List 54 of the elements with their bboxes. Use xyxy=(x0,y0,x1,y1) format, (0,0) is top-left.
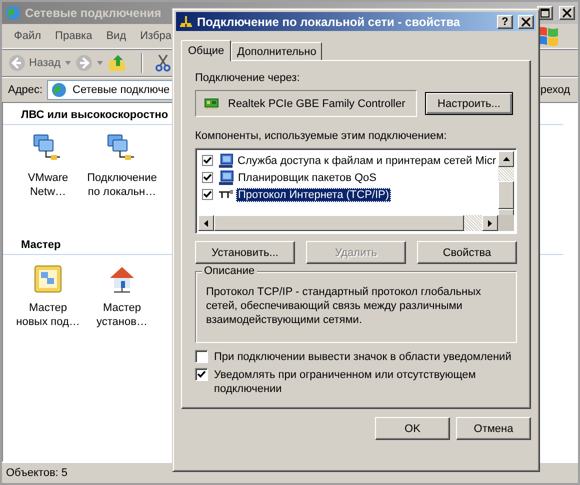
menu-item[interactable]: Вид xyxy=(106,30,126,42)
network-connection-icon xyxy=(178,14,194,30)
components-label: Компоненты, используемые этим подключением: xyxy=(195,130,448,142)
right-arrow-icon[interactable] xyxy=(488,220,492,226)
checkbox[interactable] xyxy=(195,350,208,363)
checkbox-label[interactable]: Уведомлять при ограниченном или отсутствующем подключении xyxy=(214,368,514,396)
description-text: Протокол TCP/IP - стандартный протокол глобальных сетей, обеспечивающий связь между различными взаимодействующими сетями. xyxy=(206,285,482,327)
ok-button[interactable]: OK xyxy=(375,417,450,440)
go-button[interactable]: реход xyxy=(540,84,572,96)
network-card-icon xyxy=(204,98,220,110)
address-label: Адрес: xyxy=(8,84,43,96)
connect-using-label: Подключение через: xyxy=(195,72,301,84)
menu-item[interactable]: Файл xyxy=(14,30,42,42)
network-globe-icon xyxy=(50,82,67,98)
checkbox[interactable] xyxy=(202,189,213,200)
group-title: Описание xyxy=(202,265,257,277)
icon-label[interactable]: Подключение по локальн… xyxy=(87,171,157,199)
checkbox[interactable] xyxy=(202,172,213,183)
adapter-field: Realtek PCIe GBE Family Controller xyxy=(195,90,417,117)
computer-icon xyxy=(218,152,234,168)
cancel-button[interactable]: Отмена xyxy=(456,417,531,440)
wizard-icon[interactable] xyxy=(32,263,64,295)
menu-item[interactable]: Правка xyxy=(55,30,92,42)
left-arrow-icon[interactable] xyxy=(204,220,208,226)
icon-label[interactable]: Мастер новых под… xyxy=(16,301,80,329)
icon-label[interactable]: Мастер установ… xyxy=(96,301,148,329)
component-item[interactable]: Служба доступа к файлам и принтерам сетей Micr xyxy=(236,154,498,168)
window-title: Сетевые подключения xyxy=(25,6,162,20)
scrollbar-corner xyxy=(498,215,514,231)
action-button[interactable]: Установить... xyxy=(195,241,295,264)
menu-item[interactable]: Избра xyxy=(140,30,172,42)
action-button[interactable]: Свойства xyxy=(417,241,517,264)
dialog-title: Подключение по локальной сети - свойства xyxy=(197,14,460,28)
checkbox-label[interactable]: При подключении вывести значок в области уведомлений xyxy=(214,350,514,364)
group-heading: ЛВС или высокоскоростно xyxy=(21,109,168,121)
help-button[interactable]: ? xyxy=(497,14,513,28)
tab[interactable]: Дополнительно xyxy=(231,42,322,60)
checkbox[interactable] xyxy=(195,368,208,381)
checkbox[interactable] xyxy=(202,155,213,166)
icon-label[interactable]: VMware Netw… xyxy=(28,171,68,199)
component-item[interactable]: Протокол Интернета (TCP/IP) xyxy=(236,188,392,202)
up-arrow-icon[interactable] xyxy=(502,157,510,161)
component-item[interactable]: Планировщик пакетов QoS xyxy=(236,170,379,184)
group-heading: Мастер xyxy=(21,239,61,251)
network-globe-icon xyxy=(5,5,21,21)
close-button[interactable] xyxy=(559,6,575,20)
computer-icon xyxy=(218,170,234,186)
tab[interactable]: Общие xyxy=(181,40,232,61)
close-button[interactable] xyxy=(518,14,534,28)
configure-button[interactable]: Настроить... xyxy=(425,92,513,115)
scissors-icon[interactable] xyxy=(154,54,171,72)
horizontal-scrollbar[interactable] xyxy=(198,215,498,231)
back-button[interactable]: Назад xyxy=(8,54,61,72)
status-text: Объектов: 5 xyxy=(6,467,68,479)
